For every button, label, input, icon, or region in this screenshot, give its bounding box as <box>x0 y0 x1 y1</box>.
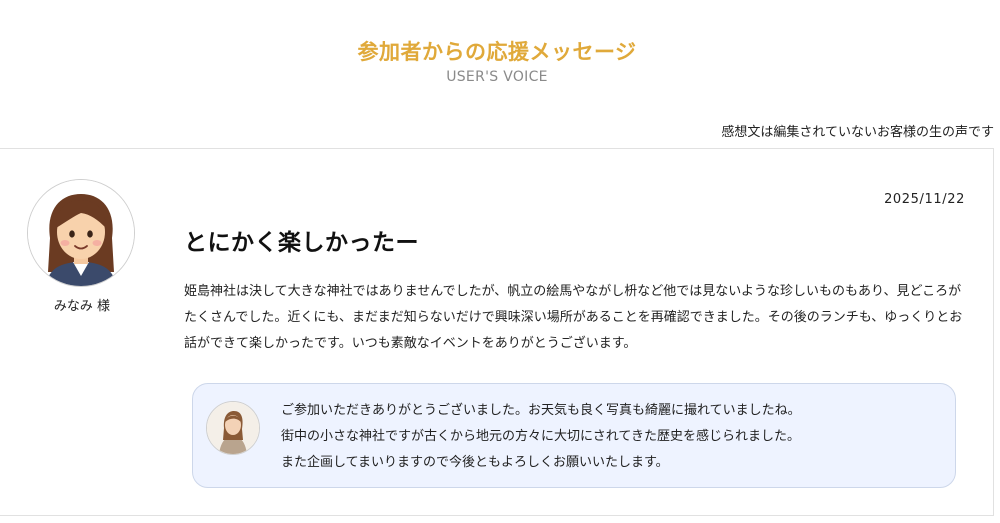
review-card: みなみ 様 2025/11/22 とにかく楽しかったー 姫島神社は決して大きな神… <box>0 148 994 516</box>
staff-reply-text: ご参加いただきありがとうございました。お天気も良く写真も綺麗に撮れていましたね。… <box>281 398 941 476</box>
reply-line: ご参加いただきありがとうございました。お天気も良く写真も綺麗に撮れていましたね。 <box>281 403 801 418</box>
review-title: とにかく楽しかったー <box>184 230 419 256</box>
reply-line: また企画してまいりますので今後ともよろしくお願いいたします。 <box>281 455 669 470</box>
unedited-notice: 感想文は編集されていないお客様の生の声です <box>721 125 994 140</box>
reply-line: 街中の小さな神社ですが古くから地元の方々に大切にされてきた歴史を感じられました。 <box>281 429 800 444</box>
section-title: 参加者からの応援メッセージ <box>357 40 637 64</box>
section-subtitle: USER'S VOICE <box>446 69 548 85</box>
cartoon-woman-avatar-icon <box>27 179 135 287</box>
voice-section: 参加者からの応援メッセージ USER'S VOICE 感想文は編集されていないお… <box>0 0 1000 523</box>
review-body: 姫島神社は決して大きな神社ではありませんでしたが、帆立の絵馬やながし枡など他では… <box>184 284 963 351</box>
section-heading: 参加者からの応援メッセージ USER'S VOICE <box>0 38 994 86</box>
customer-name: みなみ 様 <box>53 299 111 314</box>
review-date: 2025/11/22 <box>884 192 965 207</box>
staff-reply-box: ご参加いただきありがとうございました。お天気も良く写真も綺麗に撮れていましたね。… <box>192 383 956 488</box>
staff-photo-avatar-icon <box>206 401 260 455</box>
